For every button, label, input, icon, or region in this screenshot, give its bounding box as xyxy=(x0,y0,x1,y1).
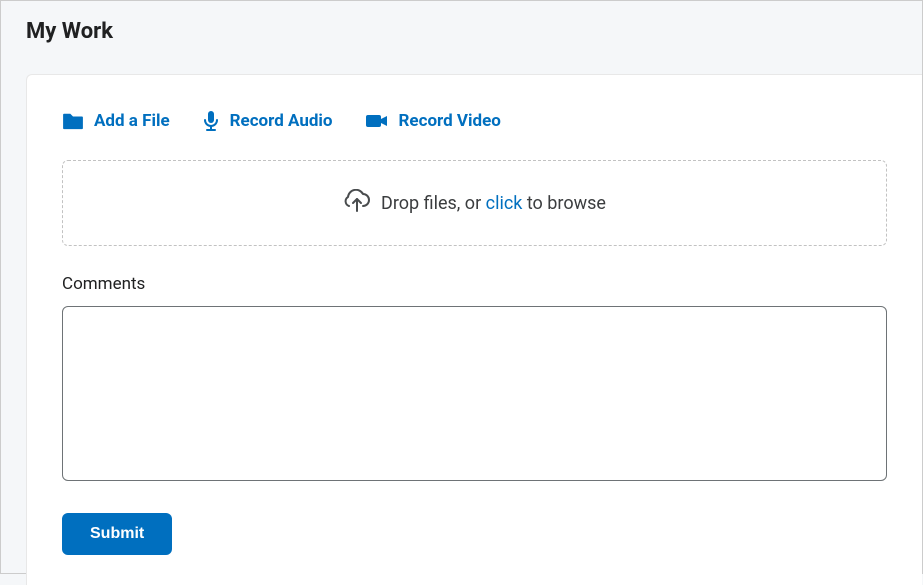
actions-row: Add a File Record Audio xyxy=(62,110,887,132)
record-audio-label: Record Audio xyxy=(230,111,333,131)
record-video-label: Record Video xyxy=(399,111,501,131)
file-dropzone[interactable]: Drop files, or click to browse xyxy=(62,160,887,246)
add-file-button[interactable]: Add a File xyxy=(62,111,170,131)
microphone-icon xyxy=(202,110,220,132)
page-title: My Work xyxy=(26,19,922,44)
my-work-card: Add a File Record Audio xyxy=(26,74,922,585)
dropzone-prefix: Drop files, or xyxy=(381,193,486,214)
video-camera-icon xyxy=(365,112,389,130)
record-audio-button[interactable]: Record Audio xyxy=(202,110,333,132)
submit-button[interactable]: Submit xyxy=(62,513,172,555)
add-file-label: Add a File xyxy=(94,111,170,131)
folder-icon xyxy=(62,112,84,130)
dropzone-text: Drop files, or click to browse xyxy=(381,193,606,214)
upload-cloud-icon xyxy=(343,189,371,217)
dropzone-click-link[interactable]: click xyxy=(486,193,523,214)
comments-textarea[interactable] xyxy=(62,306,887,481)
comments-label: Comments xyxy=(62,274,887,294)
dropzone-suffix: to browse xyxy=(522,193,606,214)
record-video-button[interactable]: Record Video xyxy=(365,111,501,131)
